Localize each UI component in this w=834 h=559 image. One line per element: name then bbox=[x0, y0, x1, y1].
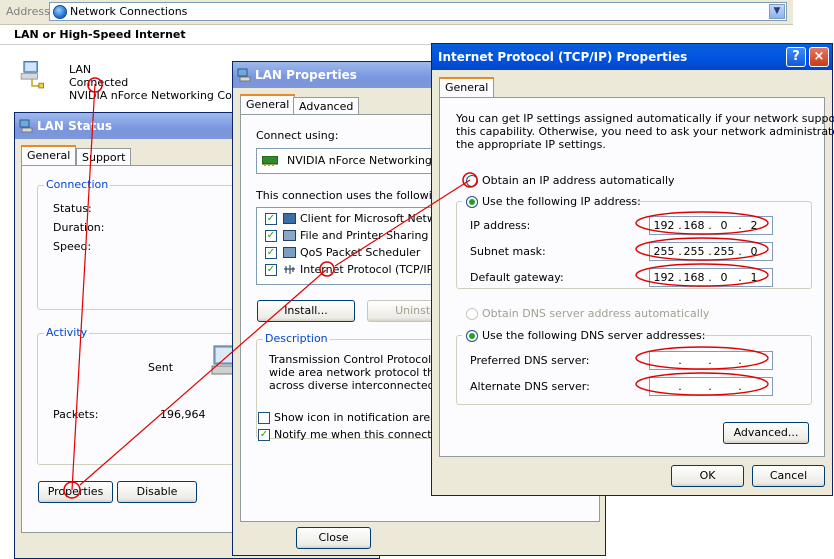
ip-octet: 1 bbox=[750, 271, 758, 284]
ip-octet: 255 bbox=[653, 245, 675, 258]
network-folder-icon bbox=[53, 5, 67, 19]
connection-name: LAN bbox=[69, 63, 92, 76]
printer-icon bbox=[283, 230, 296, 241]
tab-general[interactable]: General bbox=[439, 77, 495, 98]
component-checkbox[interactable]: ✓ bbox=[265, 264, 277, 276]
ip-octet: 168 bbox=[683, 271, 705, 284]
cancel-button[interactable]: Cancel bbox=[752, 465, 825, 487]
status-label: Status: bbox=[53, 202, 92, 215]
lan-properties-title: LAN Properties bbox=[255, 68, 357, 82]
obtain-dns-auto-label: Obtain DNS server address automatically bbox=[482, 307, 710, 320]
network-icon bbox=[19, 119, 33, 133]
component-checkbox[interactable]: ✓ bbox=[265, 230, 277, 242]
tcpip-panel: You can get IP settings assigned automat… bbox=[439, 97, 834, 457]
help-button[interactable]: ? bbox=[786, 47, 806, 67]
client-icon bbox=[283, 213, 296, 224]
tab-general[interactable]: General bbox=[240, 94, 296, 115]
close-icon: × bbox=[813, 49, 825, 64]
close-button[interactable]: Close bbox=[296, 527, 371, 549]
window-close-button[interactable]: × bbox=[809, 47, 829, 67]
tcpip-properties-window: Internet Protocol (TCP/IP) Properties ? … bbox=[431, 43, 834, 496]
show-icon-checkbox[interactable]: ✓ bbox=[258, 412, 270, 424]
network-icon bbox=[237, 68, 251, 82]
preferred-dns-label: Preferred DNS server: bbox=[470, 354, 590, 367]
tcpip-title: Internet Protocol (TCP/IP) Properties bbox=[438, 50, 688, 64]
use-following-dns-radio[interactable] bbox=[466, 330, 478, 342]
ip-address-input[interactable]: 192. 168. 0. 2 bbox=[649, 216, 773, 235]
component-checkbox[interactable]: ✓ bbox=[265, 213, 277, 225]
speed-label: Speed: bbox=[53, 240, 92, 253]
subnet-mask-input[interactable]: 255. 255. 255. 0 bbox=[649, 242, 773, 261]
ip-octet: 168 bbox=[683, 219, 705, 232]
ip-octet: 192 bbox=[653, 219, 675, 232]
connect-using-label: Connect using: bbox=[256, 129, 339, 142]
intro-line: the appropriate IP settings. bbox=[456, 138, 606, 151]
use-following-ip-radio[interactable] bbox=[466, 196, 478, 208]
component-checkbox[interactable]: ✓ bbox=[265, 247, 277, 259]
connection-device: NVIDIA nForce Networking Co... bbox=[69, 89, 243, 102]
section-title: LAN or High-Speed Internet bbox=[14, 28, 186, 41]
packets-sent-value: 196,964 bbox=[160, 408, 206, 421]
obtain-ip-auto-label: Obtain an IP address automatically bbox=[482, 174, 675, 187]
ip-octet: 192 bbox=[653, 271, 675, 284]
default-gateway-label: Default gateway: bbox=[470, 271, 564, 284]
properties-button[interactable]: Properties bbox=[38, 481, 113, 503]
alternate-dns-input[interactable]: ... bbox=[649, 377, 773, 396]
lan-connection-item[interactable]: LAN Connected NVIDIA nForce Networking C… bbox=[14, 60, 244, 110]
intro-line: You can get IP settings assigned automat… bbox=[456, 112, 834, 125]
tab-advanced[interactable]: Advanced bbox=[293, 97, 360, 115]
connection-status: Connected bbox=[69, 76, 129, 89]
intro-line: this capability. Otherwise, you need to … bbox=[456, 125, 834, 138]
ip-octet: 0 bbox=[720, 219, 728, 232]
ip-octet: 0 bbox=[750, 245, 758, 258]
obtain-dns-auto-radio[interactable] bbox=[466, 308, 478, 320]
protocol-icon bbox=[284, 265, 295, 274]
preferred-dns-input[interactable]: ... bbox=[649, 351, 773, 370]
packets-label: Packets: bbox=[53, 408, 99, 421]
address-dropdown-button[interactable]: ▼ bbox=[769, 4, 785, 19]
address-input[interactable]: Network Connections ▼ bbox=[49, 2, 787, 21]
ip-octet: 255 bbox=[683, 245, 705, 258]
component-label: Internet Protocol (TCP/IP) bbox=[300, 263, 438, 276]
ip-octet: 255 bbox=[713, 245, 735, 258]
network-connection-icon bbox=[20, 61, 44, 89]
ip-octet: 2 bbox=[750, 219, 758, 232]
connection-group-label: Connection bbox=[44, 178, 111, 191]
obtain-ip-auto-radio[interactable] bbox=[466, 175, 478, 187]
ok-button[interactable]: OK bbox=[671, 465, 744, 487]
default-gateway-input[interactable]: 192. 168. 0. 1 bbox=[649, 268, 773, 287]
use-following-ip-label: Use the following IP address: bbox=[482, 195, 641, 208]
ip-address-label: IP address: bbox=[470, 219, 531, 232]
address-bar: Address Network Connections ▼ bbox=[0, 0, 793, 25]
advanced-button[interactable]: Advanced... bbox=[723, 422, 809, 444]
tab-support[interactable]: Support bbox=[76, 148, 132, 166]
qos-icon bbox=[283, 247, 296, 258]
notify-checkbox[interactable]: ✓ bbox=[258, 429, 270, 441]
use-following-dns-label: Use the following DNS server addresses: bbox=[482, 329, 706, 342]
alternate-dns-label: Alternate DNS server: bbox=[470, 380, 590, 393]
component-label: QoS Packet Scheduler bbox=[300, 246, 421, 259]
description-line: Transmission Control Protocol/Inte bbox=[269, 353, 457, 366]
install-button[interactable]: Install... bbox=[257, 300, 355, 322]
sent-label: Sent bbox=[148, 361, 174, 374]
help-icon: ? bbox=[792, 49, 800, 64]
address-value: Network Connections bbox=[70, 5, 188, 18]
ip-octet: 0 bbox=[720, 271, 728, 284]
tcpip-title-bar[interactable]: Internet Protocol (TCP/IP) Properties ? … bbox=[432, 44, 832, 70]
tab-general[interactable]: General bbox=[21, 145, 77, 166]
disable-button[interactable]: Disable bbox=[117, 481, 197, 503]
address-label: Address bbox=[6, 5, 50, 18]
adapter-name: NVIDIA nForce Networking Co bbox=[287, 154, 450, 167]
duration-label: Duration: bbox=[53, 221, 105, 234]
subnet-mask-label: Subnet mask: bbox=[470, 245, 546, 258]
activity-group-label: Activity bbox=[44, 326, 90, 339]
network-adapter-icon bbox=[262, 156, 278, 166]
lan-status-title: LAN Status bbox=[37, 119, 113, 133]
description-group-label: Description bbox=[263, 332, 330, 345]
